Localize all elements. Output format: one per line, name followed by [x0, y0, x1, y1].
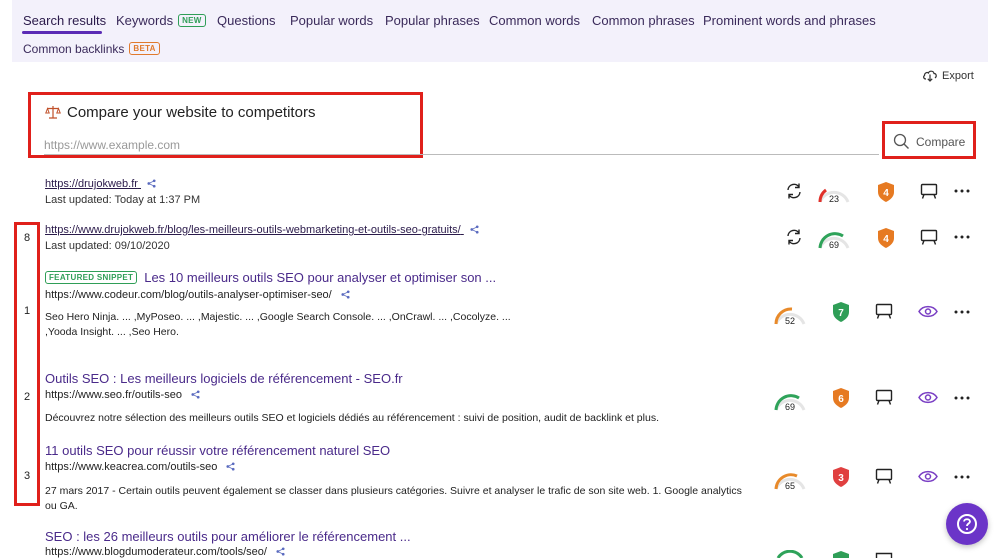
compare-button-label: Compare [916, 135, 966, 149]
rank-number: 3 [23, 470, 31, 482]
tab-common-backlinks[interactable]: Common backlinks BETA [23, 42, 160, 56]
result-description: 27 mars 2017 - Certain outils peuvent ég… [45, 485, 742, 512]
tab-questions[interactable]: Questions [217, 13, 276, 28]
more-options-icon[interactable] [954, 235, 970, 239]
score-value: 65 [785, 481, 795, 491]
eye-icon[interactable] [918, 305, 938, 318]
result-url-text: https://www.blogdumoderateur.com/tools/s… [45, 546, 267, 558]
tab-keywords-label: Keywords [116, 13, 174, 28]
result-description: Seo Hero Ninja. ... ,MyPoseo. ... ,Majes… [45, 311, 511, 338]
last-updated-text: Last updated: Today at 1:37 PM [45, 194, 201, 206]
share-icon[interactable] [276, 547, 285, 556]
last-updated-text: Last updated: 09/10/2020 [45, 240, 170, 252]
export-label: Export [942, 70, 974, 82]
authority-shield: 3 [833, 467, 849, 487]
authority-shield: 7 [833, 302, 849, 322]
more-options-icon[interactable] [954, 189, 970, 193]
cloud-download-icon [923, 70, 937, 82]
tab-keywords[interactable]: Keywords NEW [116, 13, 206, 28]
share-icon[interactable] [147, 179, 156, 188]
message-icon[interactable] [920, 229, 938, 246]
export-button[interactable]: Export [922, 68, 974, 82]
tab-prominent-words-and-phrases[interactable]: Prominent words and phrases [703, 13, 876, 28]
authority-shield: 4 [878, 228, 894, 248]
score-gauge: 69 [818, 232, 850, 250]
more-options-icon[interactable] [954, 396, 970, 400]
score-value: 69 [829, 240, 839, 250]
tracked-site-link[interactable]: https://www.drujokweb.fr/blog/les-meille… [45, 224, 479, 236]
authority-value: 4 [883, 188, 889, 199]
refresh-icon[interactable] [785, 228, 803, 246]
message-icon[interactable] [875, 468, 893, 485]
score-gauge-partial [776, 550, 804, 558]
share-icon[interactable] [226, 462, 236, 471]
new-badge: NEW [178, 14, 206, 27]
authority-shield: 6 [833, 388, 849, 408]
tab-common-phrases[interactable]: Common phrases [592, 13, 695, 28]
tab-popular-phrases[interactable]: Popular phrases [385, 13, 480, 28]
more-options-icon[interactable] [954, 475, 970, 479]
authority-value: 3 [838, 473, 844, 484]
beta-badge: BETA [129, 42, 160, 55]
score-value: 69 [785, 402, 795, 412]
result-url-text: https://www.codeur.com/blog/outils-analy… [45, 289, 332, 301]
result-title-text: Les 10 meilleurs outils SEO pour analyse… [144, 270, 497, 285]
share-icon[interactable] [191, 390, 200, 399]
result-title-link[interactable]: SEO : les 26 meilleurs outils pour améli… [45, 529, 411, 544]
tracked-site-link[interactable]: https://drujokweb.fr [45, 178, 156, 190]
message-icon[interactable] [875, 303, 893, 320]
tracked-site-url: https://www.drujokweb.fr/blog/les-meille… [45, 224, 461, 236]
result-description: Découvrez notre sélection des meilleurs … [45, 412, 659, 424]
result-url-text: https://www.seo.fr/outils-seo [45, 389, 182, 401]
compare-title: Compare your website to competitors [45, 104, 315, 121]
authority-shield: 4 [878, 182, 894, 202]
competitor-url-input[interactable] [44, 135, 879, 155]
tab-common-words[interactable]: Common words [489, 13, 580, 28]
rank-number: 2 [23, 391, 31, 403]
tabs-bar: Search results Keywords NEW Questions Pop… [12, 0, 988, 62]
highlight-rank-column [14, 222, 40, 506]
eye-icon[interactable] [918, 470, 938, 483]
featured-snippet-badge: FEATURED SNIPPET [45, 271, 138, 284]
score-gauge: 69 [774, 394, 806, 412]
tab-search-results[interactable]: Search results [23, 13, 106, 28]
message-icon-partial[interactable] [875, 552, 893, 558]
score-gauge: 23 [818, 188, 850, 204]
result-url: https://www.keacrea.com/outils-seo [45, 461, 236, 473]
tab-popular-words[interactable]: Popular words [290, 13, 373, 28]
share-icon[interactable] [470, 225, 479, 234]
message-icon[interactable] [920, 183, 938, 200]
score-gauge: 65 [774, 473, 806, 491]
message-icon[interactable] [875, 389, 893, 406]
result-title-link[interactable]: Outils SEO : Les meilleurs logiciels de … [45, 371, 403, 386]
result-url: https://www.blogdumoderateur.com/tools/s… [45, 546, 285, 558]
compare-button[interactable]: Compare [893, 133, 965, 150]
score-gauge: 52 [774, 307, 806, 326]
result-title-link[interactable]: 11 outils SEO pour réussir votre référen… [45, 443, 390, 458]
score-value: 23 [829, 194, 839, 204]
authority-value: 7 [838, 308, 844, 319]
score-value: 52 [785, 316, 795, 326]
scale-icon [45, 106, 61, 119]
authority-shield-partial [833, 551, 849, 558]
search-icon [893, 133, 909, 149]
authority-value: 6 [838, 394, 844, 405]
compare-title-text: Compare your website to competitors [67, 104, 316, 121]
refresh-icon[interactable] [785, 182, 803, 200]
share-icon[interactable] [341, 290, 350, 299]
result-url-text: https://www.keacrea.com/outils-seo [45, 461, 218, 473]
eye-icon[interactable] [918, 391, 938, 404]
active-tab-indicator [22, 31, 102, 34]
result-title-link[interactable]: FEATURED SNIPPET Les 10 meilleurs outils … [45, 270, 496, 285]
result-url: https://www.codeur.com/blog/outils-analy… [45, 289, 350, 301]
result-url: https://www.seo.fr/outils-seo [45, 389, 200, 401]
question-mark-icon [957, 514, 977, 534]
more-options-icon[interactable] [954, 310, 970, 314]
tracked-site-url: https://drujokweb.fr [45, 178, 138, 190]
rank-number: 1 [23, 305, 31, 317]
authority-value: 4 [883, 234, 889, 245]
tab-common-backlinks-label: Common backlinks [23, 42, 125, 56]
rank-number: 8 [23, 232, 31, 244]
help-button[interactable] [946, 503, 988, 545]
